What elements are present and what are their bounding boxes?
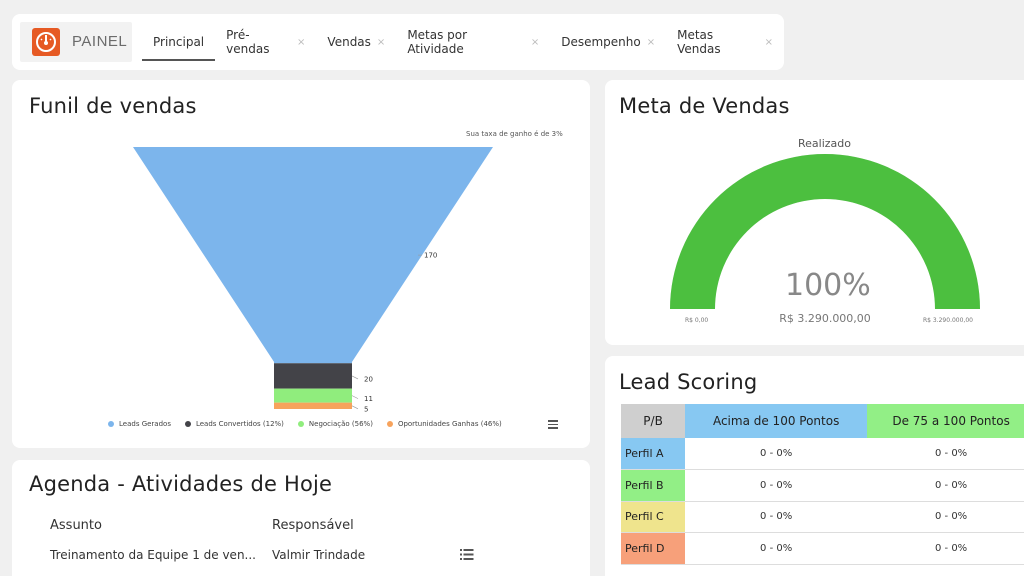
funnel-segment[interactable] — [274, 402, 352, 409]
gauge-percent: 100% — [785, 268, 871, 303]
table-cell[interactable]: 0 - 0% — [685, 501, 868, 533]
data-label: 11 — [364, 395, 373, 403]
table-row: Perfil D 0 - 0% 0 - 0% — [621, 532, 1024, 565]
column-header: De 75 a 100 Pontos — [867, 404, 1024, 438]
lead-scoring-card: Lead Scoring P/B Acima de 100 Pontos De … — [605, 356, 1024, 576]
close-tab-icon[interactable]: × — [647, 37, 655, 48]
lead-scoring-table: P/B Acima de 100 Pontos De 75 a 100 Pont… — [621, 404, 1024, 565]
legend-label: Negociação (56%) — [308, 420, 373, 428]
sales-gauge — [670, 154, 980, 309]
table-cell[interactable]: 0 - 0% — [685, 469, 868, 502]
sales-goal-card: Meta de Vendas Realizado 100% R$ 3.290.0… — [605, 80, 1024, 345]
tab-label: Desempenho — [561, 35, 641, 49]
data-label-connector — [351, 405, 359, 410]
column-header: P/B — [621, 404, 686, 438]
legend-marker — [386, 421, 393, 427]
legend-label: Leads Convertidos (12%) — [195, 420, 284, 428]
funnel-segment[interactable] — [274, 363, 352, 389]
tab-label: Metas por Atividade — [407, 28, 468, 56]
funnel-segment[interactable] — [274, 388, 352, 403]
tab-principal[interactable]: Principal — [142, 14, 216, 70]
funnel-legend: Leads Gerados Leads Convertidos (12%) Nego… — [108, 420, 516, 428]
tab-label: Principal — [153, 35, 205, 49]
data-label: 170 — [424, 252, 437, 260]
app-logo[interactable]: PAINEL — [20, 22, 132, 62]
tab-metas-por-atividade[interactable]: Metas por Atividade × — [396, 14, 550, 70]
profile-cell: Perfil D — [621, 532, 686, 565]
tab-metas-vendas[interactable]: Metas Vendas × — [666, 14, 784, 70]
legend-item[interactable]: Oportunidades Ganhas (46%) — [386, 420, 502, 428]
legend-marker — [184, 421, 191, 427]
legend-item[interactable]: Leads Gerados — [108, 420, 171, 428]
table-row: Perfil A 0 - 0% 0 - 0% — [621, 438, 1024, 470]
data-label-connector — [351, 395, 359, 399]
gauge-max-label: R$ 3.290.000,00 — [923, 317, 973, 324]
list-icon[interactable] — [460, 549, 474, 560]
table-cell[interactable]: 0 - 0% — [867, 532, 1024, 565]
table-cell[interactable]: 0 - 0% — [867, 501, 1024, 533]
legend-marker — [108, 421, 114, 427]
profile-cell: Perfil A — [621, 438, 686, 470]
profile-cell: Perfil C — [621, 501, 686, 533]
legend-label: Leads Gerados — [119, 420, 171, 428]
table-cell[interactable]: 0 - 0% — [685, 438, 868, 470]
gauge-min-label: R$ 0,00 — [685, 317, 709, 324]
close-tab-icon[interactable]: × — [377, 37, 385, 48]
tab-vendas[interactable]: Vendas × — [316, 14, 396, 70]
table-cell[interactable]: 0 - 0% — [867, 469, 1024, 502]
activity-owner: Valmir Trindade — [272, 548, 366, 562]
funnel-segment[interactable] — [133, 147, 493, 364]
close-tab-icon[interactable]: × — [297, 37, 305, 48]
column-header-subject: Assunto — [50, 518, 102, 533]
close-tab-icon[interactable]: × — [531, 37, 539, 48]
dashboard-gauge-icon — [32, 28, 60, 56]
profile-cell: Perfil B — [621, 469, 686, 502]
card-title: Agenda - Atividades de Hoje — [29, 472, 333, 496]
close-tab-icon[interactable]: × — [765, 37, 773, 48]
card-title: Lead Scoring — [619, 370, 758, 394]
table-row: Perfil C 0 - 0% 0 - 0% — [621, 501, 1024, 533]
data-label-connector — [351, 375, 359, 380]
column-header: Acima de 100 Pontos — [685, 404, 868, 438]
tab-pre-vendas[interactable]: Pré-vendas × — [215, 14, 316, 70]
legend-item[interactable]: Leads Convertidos (12%) — [184, 420, 284, 428]
sales-funnel-card: Funil de vendas Sua taxa de ganho é de 3… — [12, 80, 590, 448]
data-label: 20 — [364, 375, 373, 383]
tab-bar: Principal Pré-vendas × Vendas × Metas po… — [142, 14, 784, 70]
tab-label: Pré-vendas — [226, 28, 270, 56]
table-cell[interactable]: 0 - 0% — [867, 438, 1024, 470]
table-cell[interactable]: 0 - 0% — [685, 532, 868, 565]
top-navigation-bar: PAINEL Principal Pré-vendas × Vendas × M… — [12, 14, 784, 70]
logo-text: PAINEL — [72, 33, 128, 50]
tab-desempenho[interactable]: Desempenho × — [550, 14, 666, 70]
hamburger-menu-icon[interactable] — [548, 420, 558, 429]
agenda-card: Agenda - Atividades de Hoje Assunto Resp… — [12, 460, 590, 576]
funnel-chart: 170 20 11 5 — [133, 147, 493, 413]
legend-label: Oportunidades Ganhas (46%) — [397, 420, 502, 428]
column-header-owner: Responsável — [272, 518, 354, 533]
legend-item[interactable]: Negociação (56%) — [297, 420, 373, 428]
table-header-row: P/B Acima de 100 Pontos De 75 a 100 Pont… — [621, 404, 1024, 438]
tab-label: Vendas — [327, 35, 371, 49]
table-row: Perfil B 0 - 0% 0 - 0% — [621, 469, 1024, 502]
tab-label: Metas Vendas — [677, 28, 721, 56]
activity-subject[interactable]: Treinamento da Equipe 1 de ven... — [50, 548, 256, 562]
gauge-value: R$ 3.290.000,00 — [779, 312, 871, 325]
data-label: 5 — [364, 405, 368, 413]
legend-marker — [297, 421, 304, 427]
